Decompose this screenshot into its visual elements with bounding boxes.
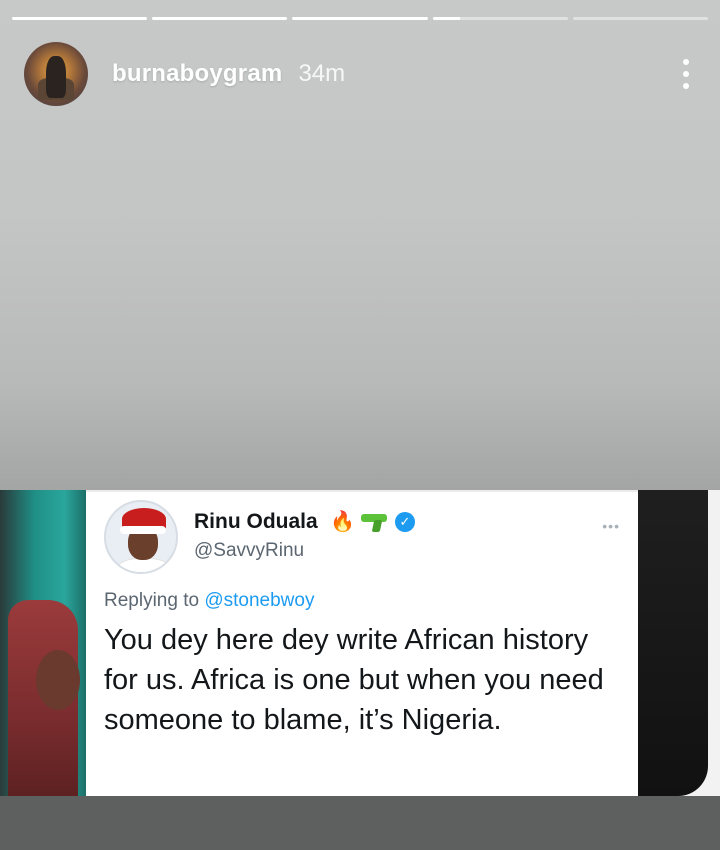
more-vertical-icon	[683, 59, 689, 65]
story-viewer[interactable]: burnaboygram 34m Rinu Oduala 🔥 ✓ ••• @Sa…	[0, 0, 720, 850]
profile-avatar[interactable]	[24, 42, 88, 106]
water-gun-icon	[360, 512, 389, 532]
story-timestamp: 34m	[298, 60, 346, 87]
story-progress-segment	[12, 17, 148, 20]
verified-badge-icon: ✓	[394, 512, 415, 532]
story-progress-bar	[12, 17, 709, 20]
story-header: burnaboygram 34m	[24, 42, 696, 106]
story-progress-segment	[572, 17, 709, 20]
story-progress-segment	[292, 17, 428, 20]
tweet-author-avatar	[104, 500, 178, 574]
more-horizontal-icon: •••	[602, 518, 620, 534]
tweet-text: You dey here dey write African history f…	[104, 624, 604, 736]
story-progress-segment	[152, 17, 288, 20]
background-photo-right	[638, 490, 720, 796]
replying-to: Replying to @stonebwoy	[104, 590, 314, 612]
story-username[interactable]: burnaboygram	[112, 60, 282, 88]
replying-to-mention: @stonebwoy	[204, 590, 315, 611]
story-media: Rinu Oduala 🔥 ✓ ••• @SavvyRinu Replying …	[0, 490, 720, 796]
replying-prefix: Replying to	[104, 590, 200, 611]
tweet-screenshot: Rinu Oduala 🔥 ✓ ••• @SavvyRinu Replying …	[86, 492, 638, 796]
tweet-name-icons: 🔥 ✓	[330, 508, 415, 536]
fire-icon: 🔥	[330, 511, 355, 533]
more-options-button[interactable]	[676, 54, 696, 94]
story-progress-segment-current	[432, 17, 568, 20]
tweet-author-handle: @SavvyRinu	[194, 540, 305, 561]
background-photo-left	[0, 490, 86, 796]
story-bottom-bar	[0, 796, 720, 850]
tweet-author-name: Rinu Oduala	[194, 510, 318, 533]
